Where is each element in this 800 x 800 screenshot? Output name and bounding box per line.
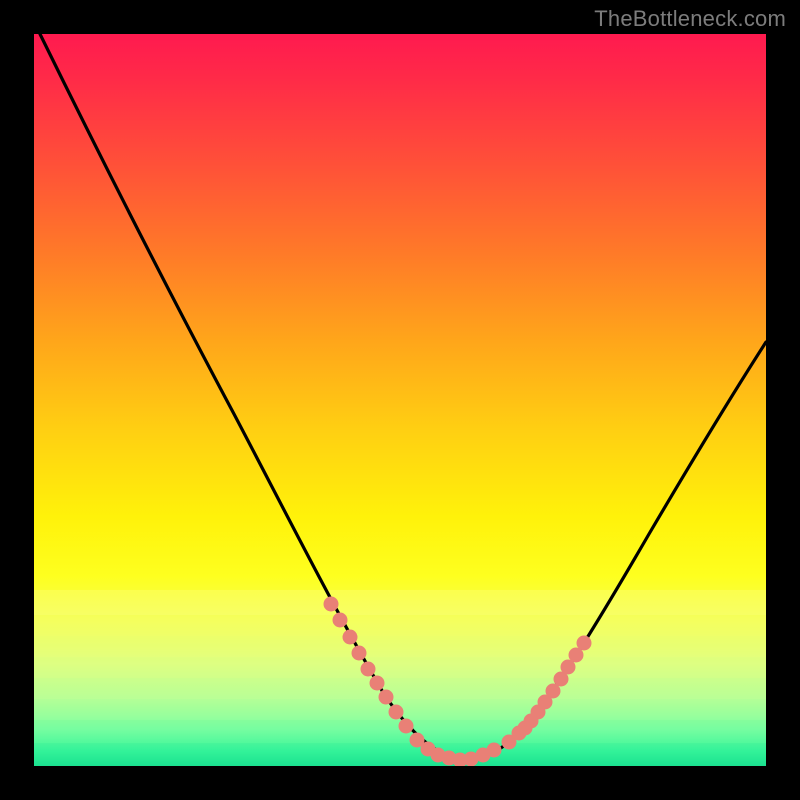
watermark-text: TheBottleneck.com bbox=[594, 6, 786, 32]
background-gradient bbox=[34, 34, 766, 766]
chart-frame: TheBottleneck.com bbox=[0, 0, 800, 800]
plot-area bbox=[34, 34, 766, 766]
